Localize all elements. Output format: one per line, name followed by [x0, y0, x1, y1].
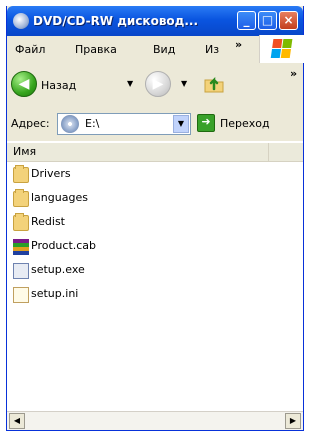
- cd-drive-icon: [61, 115, 79, 133]
- minimize-button[interactable]: _: [237, 11, 256, 30]
- address-label: Адрес:: [11, 117, 50, 130]
- back-button[interactable]: ◀: [11, 71, 37, 97]
- setup-exe-icon: [13, 263, 29, 279]
- menu-edit[interactable]: Правка: [75, 43, 117, 56]
- horizontal-scrollbar[interactable]: ◀ ▶: [7, 411, 303, 430]
- file-list: Имя Drivers languages Redist Product.cab…: [7, 141, 303, 411]
- address-dropdown-icon[interactable]: ▼: [173, 115, 189, 133]
- file-name: Redist: [31, 215, 65, 228]
- back-arrow-icon: ◀: [18, 76, 30, 92]
- file-name: Product.cab: [31, 239, 97, 252]
- go-button[interactable]: Переход: [220, 117, 270, 130]
- back-dropdown-icon[interactable]: ▼: [127, 79, 133, 88]
- menu-overflow-chevron[interactable]: »: [235, 38, 242, 51]
- address-bar: Адрес: E:\ ▼ ➜ Переход: [7, 107, 303, 142]
- forward-dropdown-icon[interactable]: ▼: [181, 79, 187, 88]
- cab-archive-icon: [13, 239, 29, 255]
- go-arrow-icon[interactable]: ➜: [197, 114, 215, 132]
- explorer-window: DVD/CD-RW дисковод... _ □ × Файл Правка …: [6, 6, 304, 431]
- menu-file[interactable]: Файл: [15, 43, 45, 56]
- back-label[interactable]: Назад: [41, 79, 76, 92]
- folder-icon: [13, 165, 29, 183]
- folder-icon: [13, 189, 29, 207]
- column-header-name[interactable]: Имя: [7, 143, 269, 161]
- folder-up-icon[interactable]: [203, 72, 225, 94]
- forward-button[interactable]: ▶: [145, 71, 171, 97]
- toolbar-overflow-chevron[interactable]: »: [290, 67, 297, 80]
- window-title: DVD/CD-RW дисковод...: [33, 14, 199, 28]
- scroll-right-icon[interactable]: ▶: [285, 413, 301, 429]
- maximize-button[interactable]: □: [258, 11, 277, 30]
- cd-drive-icon: [13, 13, 29, 29]
- close-button[interactable]: ×: [279, 11, 298, 30]
- folder-icon: [13, 213, 29, 231]
- file-name: setup.exe: [31, 263, 85, 276]
- file-name: setup.ini: [31, 287, 79, 300]
- title-bar[interactable]: DVD/CD-RW дисковод... _ □ ×: [7, 6, 303, 36]
- file-name: languages: [31, 191, 88, 204]
- address-input[interactable]: E:\ ▼: [57, 113, 191, 135]
- address-value: E:\: [85, 117, 100, 130]
- file-name: Drivers: [31, 167, 71, 180]
- scroll-left-icon[interactable]: ◀: [9, 413, 25, 429]
- windows-logo: [259, 35, 304, 63]
- menu-view[interactable]: Вид: [153, 43, 175, 56]
- forward-arrow-icon: ▶: [152, 76, 164, 92]
- windows-flag-icon: [270, 39, 294, 59]
- menu-bar: Файл Правка Вид Из »: [7, 35, 304, 64]
- column-header-row: Имя: [7, 143, 303, 162]
- ini-file-icon: [13, 287, 29, 303]
- standard-toolbar: ◀ Назад ▼ ▶ ▼ »: [7, 63, 303, 108]
- menu-favorites[interactable]: Из: [205, 43, 219, 56]
